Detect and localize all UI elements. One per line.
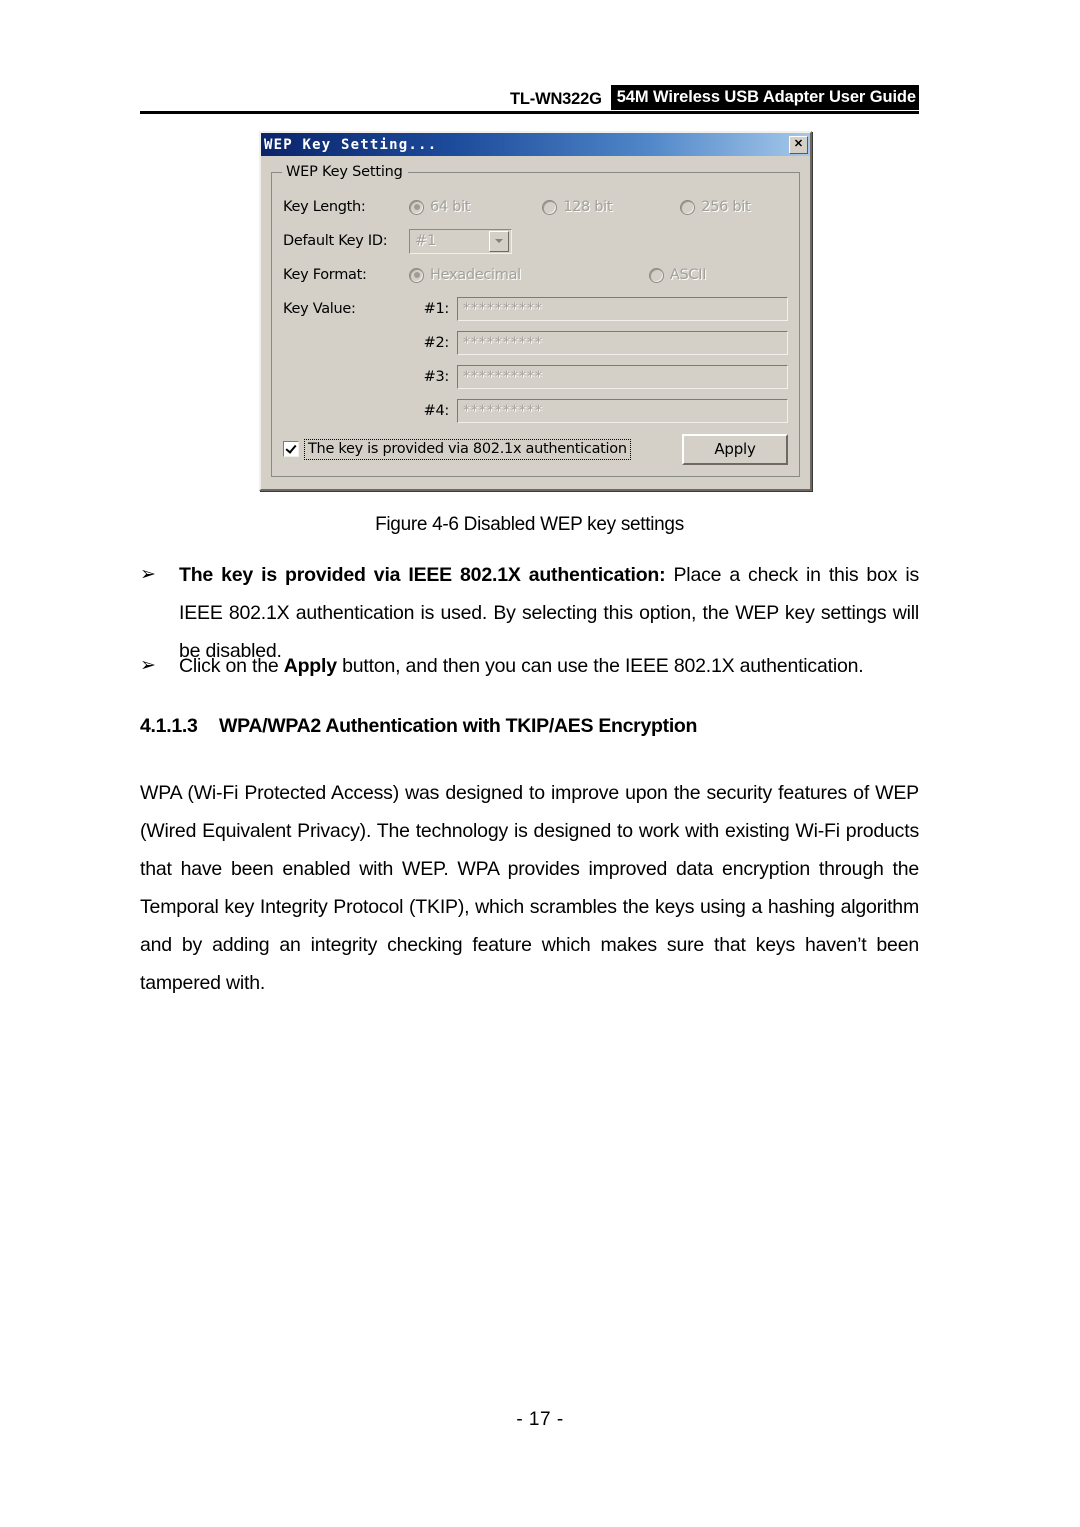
dot1x-checkbox-label[interactable]: The key is provided via 802.1x authentic… — [304, 438, 631, 460]
key-value-row-4: #4: ********** — [283, 394, 788, 428]
header-rule — [140, 111, 919, 114]
radio-64bit[interactable]: 64 bit — [409, 199, 470, 215]
radio-selected-icon — [409, 267, 424, 283]
figure-caption: Figure 4-6 Disabled WEP key settings — [375, 514, 684, 535]
key-value-1-input[interactable]: ********** — [457, 297, 788, 321]
radio-128bit-label: 128 bit — [563, 199, 613, 215]
key-value-4-number: #4: — [423, 403, 450, 419]
key-value-label: Key Value: — [283, 301, 356, 317]
radio-empty-icon — [648, 267, 664, 283]
header-model: TL-WN322G — [510, 90, 602, 108]
key-value-2-input[interactable]: ********** — [457, 331, 788, 355]
bullet-1-bold-lead: The key is provided via IEEE 802.1X auth… — [179, 564, 666, 586]
key-value-3-input[interactable]: ********** — [457, 365, 788, 389]
dialog-title: WEP Key Setting... — [264, 136, 438, 153]
radio-hexadecimal[interactable]: Hexadecimal — [409, 267, 521, 283]
group-legend: WEP Key Setting — [282, 164, 408, 180]
section-number: 4.1.1.3 — [140, 715, 198, 737]
bullet-item-2: ➢ Click on the Apply button, and then yo… — [140, 647, 919, 685]
key-value-2-number: #2: — [423, 335, 450, 351]
dialog-body: WEP Key Setting Key Length: 64 bit 128 b… — [261, 156, 810, 489]
body-paragraph: WPA (Wi-Fi Protected Access) was designe… — [140, 782, 919, 994]
dialog-footer-row: The key is provided via 802.1x authentic… — [283, 433, 788, 465]
key-value-row-3: #3: ********** — [283, 360, 788, 394]
key-length-radio-group: 64 bit 128 bit 256 bit — [409, 199, 751, 215]
wep-key-setting-group: WEP Key Setting Key Length: 64 bit 128 b… — [271, 164, 800, 477]
close-icon[interactable]: ✕ — [789, 135, 808, 154]
bullet-2-text: Click on the Apply button, and then you … — [179, 647, 919, 685]
default-key-id-row: Default Key ID: #1 — [283, 224, 788, 258]
radio-empty-icon — [680, 199, 696, 215]
chevron-down-icon[interactable] — [489, 230, 509, 252]
radio-256bit-label: 256 bit — [701, 199, 751, 215]
key-value-3-number: #3: — [423, 369, 450, 385]
section-title: WPA/WPA2 Authentication with TKIP/AES En… — [219, 715, 698, 737]
key-format-radio-group: Hexadecimal ASCII — [409, 267, 707, 283]
key-value-2-value: ********** — [463, 335, 543, 351]
dialog-titlebar: WEP Key Setting... ✕ — [261, 133, 810, 156]
bullet-2-body: button, and then you can use the IEEE 80… — [336, 655, 864, 677]
header-title: 54M Wireless USB Adapter User Guide — [610, 85, 919, 110]
page-header: TL-WN322G 54M Wireless USB Adapter User … — [140, 84, 919, 114]
key-format-row: Key Format: Hexadecimal ASCII — [283, 258, 788, 292]
key-value-3-value: ********** — [463, 369, 543, 385]
apply-button[interactable]: Apply — [682, 433, 788, 465]
bullet-2-pre: Click on the — [179, 655, 284, 677]
key-length-row: Key Length: 64 bit 128 bit 256 bit — [283, 190, 788, 224]
key-value-row-1: Key Value: #1: ********** — [283, 292, 788, 326]
key-value-4-input[interactable]: ********** — [457, 399, 788, 423]
key-format-label: Key Format: — [283, 267, 367, 283]
bullet-marker-icon: ➢ — [140, 564, 156, 585]
key-value-1-value: ********** — [463, 301, 543, 317]
key-value-1-number: #1: — [423, 301, 450, 317]
default-key-id-select[interactable]: #1 — [409, 228, 512, 254]
radio-ascii[interactable]: ASCII — [648, 267, 707, 283]
dot1x-checkbox[interactable] — [283, 441, 299, 457]
key-value-row-2: #2: ********** — [283, 326, 788, 360]
key-length-label: Key Length: — [283, 199, 366, 215]
wep-key-setting-dialog: WEP Key Setting... ✕ WEP Key Setting Key… — [259, 131, 812, 491]
radio-hexadecimal-label: Hexadecimal — [430, 267, 521, 283]
radio-256bit[interactable]: 256 bit — [680, 199, 751, 215]
section-heading: 4.1.1.3 WPA/WPA2 Authentication with TKIP… — [140, 715, 919, 738]
radio-selected-icon — [409, 199, 424, 215]
radio-64bit-label: 64 bit — [430, 199, 471, 215]
default-key-id-label: Default Key ID: — [283, 233, 388, 249]
default-key-id-value: #1 — [415, 233, 437, 249]
bullet-2-bold-lead: Apply — [283, 655, 337, 677]
radio-empty-icon — [542, 199, 558, 215]
radio-128bit[interactable]: 128 bit — [542, 199, 613, 215]
key-value-4-value: ********** — [463, 403, 543, 419]
bullet-marker-icon: ➢ — [140, 655, 156, 676]
radio-ascii-label: ASCII — [669, 267, 707, 283]
page-number: - 17 - — [516, 1409, 564, 1430]
